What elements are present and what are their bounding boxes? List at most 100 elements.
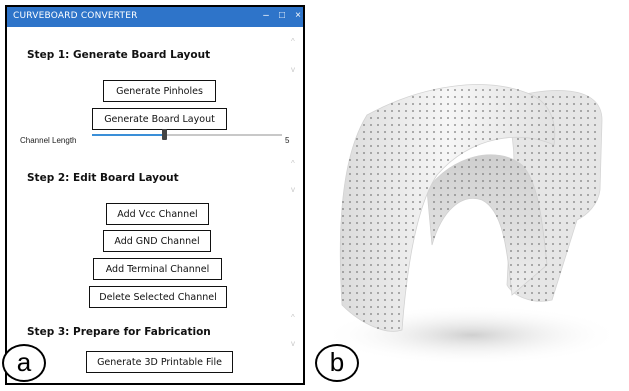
pinhole-dot bbox=[552, 145, 554, 147]
pinhole-dot bbox=[356, 299, 358, 301]
pinhole-dot bbox=[384, 173, 386, 175]
pinhole-dot bbox=[363, 243, 365, 245]
pinhole-dot bbox=[398, 250, 400, 252]
pinhole-dot bbox=[573, 166, 575, 168]
pinhole-dot bbox=[447, 124, 449, 126]
add-terminal-channel-button[interactable]: Add Terminal Channel bbox=[93, 258, 222, 280]
close-icon[interactable]: × bbox=[291, 9, 303, 23]
pinhole-dot bbox=[349, 271, 351, 273]
pinhole-dot bbox=[433, 194, 435, 196]
pinhole-dot bbox=[377, 243, 379, 245]
pinhole-dot bbox=[510, 187, 512, 189]
pinhole-dot bbox=[552, 180, 554, 182]
pinhole-dot bbox=[405, 257, 407, 259]
pinhole-dot bbox=[454, 131, 456, 133]
pinhole-dot bbox=[342, 229, 344, 231]
pinhole-dot bbox=[398, 110, 400, 112]
pinhole-dot bbox=[370, 166, 372, 168]
pinhole-dot bbox=[524, 124, 526, 126]
pinhole-dot bbox=[447, 173, 449, 175]
pinhole-dot bbox=[573, 110, 575, 112]
pinhole-dot bbox=[370, 145, 372, 147]
slider-thumb[interactable] bbox=[162, 129, 168, 140]
delete-selected-channel-button[interactable]: Delete Selected Channel bbox=[89, 286, 227, 308]
pinhole-dot bbox=[384, 152, 386, 154]
pinhole-dot bbox=[377, 250, 379, 252]
maximize-icon[interactable]: □ bbox=[275, 9, 289, 23]
pinhole-dot bbox=[517, 166, 519, 168]
pinhole-dot bbox=[419, 159, 421, 161]
pinhole-dot bbox=[412, 222, 414, 224]
pinhole-dot bbox=[349, 201, 351, 203]
minimize-icon[interactable]: – bbox=[259, 9, 273, 23]
generate-pinholes-button[interactable]: Generate Pinholes bbox=[103, 80, 216, 102]
pinhole-dot bbox=[377, 145, 379, 147]
pinhole-dot bbox=[566, 187, 568, 189]
pinhole-dot bbox=[559, 250, 561, 252]
pinhole-dot bbox=[391, 131, 393, 133]
pinhole-dot bbox=[363, 145, 365, 147]
pinhole-dot bbox=[377, 180, 379, 182]
pinhole-dot bbox=[517, 187, 519, 189]
pinhole-dot bbox=[496, 194, 498, 196]
pinhole-dot bbox=[531, 222, 533, 224]
scroll-up-icon: ^ bbox=[291, 159, 295, 168]
pinhole-dot bbox=[363, 138, 365, 140]
pinhole-dot bbox=[531, 138, 533, 140]
pinhole-dot bbox=[503, 131, 505, 133]
pinhole-dot bbox=[517, 229, 519, 231]
pinhole-dot bbox=[342, 285, 344, 287]
pinhole-dot bbox=[531, 124, 533, 126]
pinhole-dot bbox=[538, 250, 540, 252]
pinhole-dot bbox=[349, 173, 351, 175]
pinhole-dot bbox=[587, 173, 589, 175]
pinhole-dot bbox=[398, 194, 400, 196]
pinhole-dot bbox=[433, 110, 435, 112]
pinhole-dot bbox=[468, 138, 470, 140]
pinhole-dot bbox=[440, 110, 442, 112]
pinhole-dot bbox=[559, 110, 561, 112]
pinhole-dot bbox=[440, 194, 442, 196]
pinhole-dot bbox=[573, 173, 575, 175]
pinhole-dot bbox=[468, 131, 470, 133]
pinhole-dot bbox=[531, 166, 533, 168]
pinhole-dot bbox=[440, 215, 442, 217]
pinhole-dot bbox=[363, 292, 365, 294]
pinhole-dot bbox=[538, 138, 540, 140]
pinhole-dot bbox=[496, 173, 498, 175]
generate-board-layout-button[interactable]: Generate Board Layout bbox=[92, 108, 227, 130]
pinhole-dot bbox=[510, 243, 512, 245]
pinhole-dot bbox=[566, 145, 568, 147]
channel-length-slider[interactable] bbox=[92, 129, 282, 140]
pinhole-dot bbox=[524, 222, 526, 224]
pinhole-dot bbox=[349, 180, 351, 182]
pinhole-dot bbox=[517, 152, 519, 154]
pinhole-dot bbox=[545, 285, 547, 287]
pinhole-dot bbox=[405, 152, 407, 154]
pinhole-dot bbox=[524, 96, 526, 98]
pinhole-dot bbox=[391, 285, 393, 287]
pinhole-dot bbox=[559, 96, 561, 98]
pinhole-dot bbox=[391, 208, 393, 210]
pinhole-dot bbox=[503, 173, 505, 175]
pinhole-dot bbox=[573, 208, 575, 210]
pinhole-dot bbox=[370, 201, 372, 203]
pinhole-dot bbox=[370, 229, 372, 231]
pinhole-dot bbox=[461, 89, 463, 91]
pinhole-dot bbox=[356, 145, 358, 147]
pinhole-dot bbox=[566, 96, 568, 98]
add-vcc-channel-button[interactable]: Add Vcc Channel bbox=[106, 203, 209, 225]
pinhole-dot bbox=[566, 208, 568, 210]
add-gnd-channel-button[interactable]: Add GND Channel bbox=[103, 230, 211, 252]
pinhole-dot bbox=[412, 173, 414, 175]
pinhole-dot bbox=[503, 110, 505, 112]
pinhole-dot bbox=[398, 180, 400, 182]
generate-3d-printable-file-button[interactable]: Generate 3D Printable File bbox=[86, 351, 233, 373]
pinhole-dot bbox=[356, 180, 358, 182]
pinhole-dot bbox=[433, 215, 435, 217]
pinhole-dot bbox=[398, 187, 400, 189]
pinhole-dot bbox=[559, 257, 561, 259]
pinhole-dot bbox=[468, 173, 470, 175]
pinhole-dot bbox=[531, 145, 533, 147]
pinhole-dot bbox=[370, 117, 372, 119]
